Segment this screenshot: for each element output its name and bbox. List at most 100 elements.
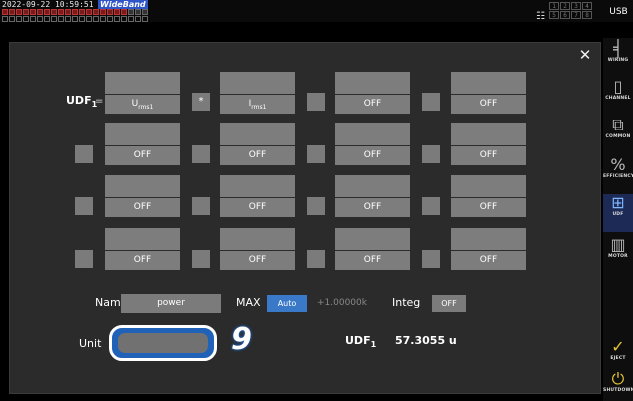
usb-indicator[interactable]: USB: [604, 4, 633, 20]
term-selector[interactable]: [451, 123, 526, 145]
udf-term[interactable]: OFF: [220, 123, 295, 165]
term-selector[interactable]: [451, 72, 526, 94]
udf-term[interactable]: OFF: [105, 175, 180, 217]
term-selector[interactable]: [220, 72, 295, 94]
page-5: 5: [549, 11, 559, 19]
sidebar-item-channel[interactable]: ▯ CHANNEL: [603, 78, 633, 114]
mode-badge: WideBand: [98, 0, 148, 9]
operator-button[interactable]: *: [192, 93, 210, 111]
sidebar-item-label: WIRING: [607, 58, 629, 63]
page-8: 8: [582, 11, 592, 19]
term-selector[interactable]: [335, 228, 410, 250]
udf-term[interactable]: OFF: [105, 228, 180, 270]
udf-term[interactable]: OFF: [451, 175, 526, 217]
operator-button[interactable]: [307, 250, 325, 268]
term-value: OFF: [451, 198, 526, 217]
result-value: 57.3055 u: [395, 334, 457, 347]
term-value: OFF: [335, 95, 410, 114]
udf-term[interactable]: OFF: [220, 228, 295, 270]
channel-indicators-bottom: [2, 16, 148, 22]
operator-button[interactable]: [192, 250, 210, 268]
sidebar-item-label: CHANNEL: [605, 96, 631, 101]
sidebar-item-shutdown[interactable]: ⏻ SHUTDOWN: [603, 370, 633, 400]
sidebar-item-label: EFFICIENCY: [603, 174, 633, 179]
operator-button[interactable]: [75, 197, 93, 215]
common-icon: ⧉: [612, 115, 624, 134]
sidebar-item-motor[interactable]: ▥ MOTOR: [603, 236, 633, 272]
term-value: OFF: [335, 251, 410, 270]
udf-term-2[interactable]: Irms1: [220, 72, 295, 114]
term-selector[interactable]: [451, 175, 526, 197]
udf-term[interactable]: OFF: [220, 175, 295, 217]
term-value: OFF: [220, 146, 295, 165]
term-value: OFF: [335, 146, 410, 165]
operator-button[interactable]: [307, 145, 325, 163]
page-4: 4: [582, 2, 592, 10]
term-selector[interactable]: [105, 123, 180, 145]
max-auto-button[interactable]: Auto: [267, 295, 307, 312]
udf-term[interactable]: OFF: [451, 228, 526, 270]
sidebar-item-label: COMMON: [605, 134, 631, 139]
operator-button[interactable]: [192, 145, 210, 163]
term-value: OFF: [220, 198, 295, 217]
term-value: OFF: [105, 251, 180, 270]
name-field[interactable]: power: [121, 294, 221, 313]
term-selector[interactable]: [220, 123, 295, 145]
integ-toggle[interactable]: OFF: [432, 295, 466, 312]
udf-term-3[interactable]: OFF: [335, 72, 410, 114]
step-callout: 9: [231, 322, 252, 357]
operator-button[interactable]: [307, 197, 325, 215]
term-selector[interactable]: [105, 228, 180, 250]
sidebar-item-efficiency[interactable]: % EFFICIENCY: [603, 156, 633, 192]
page-2: 2: [560, 2, 570, 10]
channel-icon: ▯: [613, 77, 623, 96]
unit-label: Unit: [79, 337, 102, 350]
unit-highlight: [109, 325, 217, 361]
max-value: +1.00000k: [317, 298, 367, 308]
close-icon[interactable]: ✕: [574, 44, 596, 66]
operator-button[interactable]: [422, 145, 440, 163]
page-6: 6: [560, 11, 570, 19]
udf-term-1[interactable]: Urms1: [105, 72, 180, 114]
udf-label: UDF1: [66, 94, 98, 110]
term-selector[interactable]: [335, 123, 410, 145]
udf-term-4[interactable]: OFF: [451, 72, 526, 114]
efficiency-icon: %: [610, 155, 626, 174]
udf-term[interactable]: OFF: [105, 123, 180, 165]
udf-term[interactable]: OFF: [335, 228, 410, 270]
max-label: MAX: [236, 296, 261, 309]
operator-button[interactable]: [75, 145, 93, 163]
sidebar-item-common[interactable]: ⧉ COMMON: [603, 116, 633, 152]
term-selector[interactable]: [335, 72, 410, 94]
term-selector[interactable]: [105, 72, 180, 94]
udf-term[interactable]: OFF: [335, 123, 410, 165]
sidebar-item-eject[interactable]: ✓ EJECT: [603, 338, 633, 368]
term-value: OFF: [335, 198, 410, 217]
sidebar-item-wiring[interactable]: ╡ WIRING: [603, 40, 633, 76]
unit-field[interactable]: [118, 333, 208, 353]
wiring-icon: ╡: [613, 39, 623, 58]
eject-icon: ✓: [611, 337, 625, 356]
page-1: 1: [549, 2, 559, 10]
operator-button[interactable]: [307, 93, 325, 111]
sidebar-item-udf[interactable]: ⊞ UDF: [603, 194, 633, 232]
term-value: OFF: [451, 251, 526, 270]
operator-button[interactable]: [192, 197, 210, 215]
sidebar-item-label: EJECT: [610, 356, 626, 361]
term-selector[interactable]: [220, 175, 295, 197]
term-selector[interactable]: [451, 228, 526, 250]
sidebar: ╡ WIRING ▯ CHANNEL ⧉ COMMON % EFFICIENCY…: [603, 38, 633, 401]
udf-term[interactable]: OFF: [451, 123, 526, 165]
sidebar-item-label: UDF: [612, 212, 624, 217]
operator-button[interactable]: [75, 250, 93, 268]
term-selector[interactable]: [335, 175, 410, 197]
term-value: OFF: [451, 146, 526, 165]
operator-button[interactable]: [422, 197, 440, 215]
sidebar-item-label: SHUTDOWN: [603, 388, 633, 393]
term-value: Irms1: [220, 95, 295, 114]
operator-button[interactable]: [422, 93, 440, 111]
udf-term[interactable]: OFF: [335, 175, 410, 217]
operator-button[interactable]: [422, 250, 440, 268]
term-selector[interactable]: [220, 228, 295, 250]
term-selector[interactable]: [105, 175, 180, 197]
